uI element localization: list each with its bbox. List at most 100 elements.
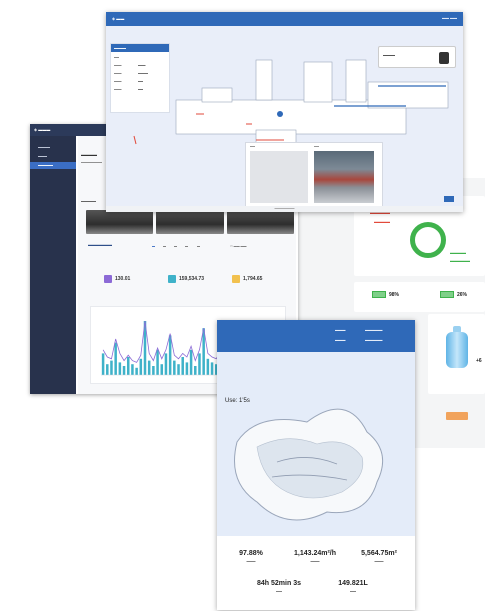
chart-bar [173,360,176,375]
chart-bar [101,353,105,375]
coverage-stat: 97.88% ▬▬▬ [219,550,283,563]
phone-stats: 97.88% ▬▬▬ 1,143.24m²/h ▬▬▬ 5,564.75m² ▬… [217,536,415,610]
floorplan-map[interactable]: ▬▬▬▬ ▬▬ ▬▬▬ ▬▬▬ ▬▬▬ ▬▬▬▬ ▬▬▬ ▬▬ ▬▬▬ ▬▬ ▬▬▬▬ … [106,26,463,208]
green-legend-line: ▬▬▬▬ [450,250,466,255]
efficiency-stat: 1,143.24m²/h ▬▬▬ [283,550,347,563]
photos-heading: ▬▬▬▬▬ [81,199,96,203]
chart-bar [210,362,214,375]
chart-bar [164,353,168,375]
start-time-value: ▬▬▬▬▬ [365,328,383,332]
kpi-1: 130.01 [104,272,164,286]
tab-1[interactable]: ▬ [152,244,155,248]
water-bottle-icon [446,326,468,368]
tab-2[interactable]: ▬ [163,244,166,248]
chart-bar [156,349,159,375]
info-row-1: ▬▬ [114,56,119,59]
info-row-3: ▬▬▬ ▬▬▬▬ [114,72,148,75]
overview-heading: ▬▬▬▬▬▬ [88,242,112,247]
time-value: 84h 52min 3s [257,580,301,587]
end-time-value: ▬▬▬▬▬ [365,338,383,342]
chart-bar [194,366,197,375]
robot-thumbnail [439,52,449,64]
coverage-label: ▬▬▬ [246,559,256,563]
time-label: ▬▬ [276,589,282,593]
bottle-percent: +6 [476,358,482,364]
section-heading: ▬▬▬▬ [81,152,97,157]
photo-1[interactable] [86,210,154,234]
date-range-picker[interactable]: ▭ ▬▬ ▬▬ [230,244,247,248]
efficiency-value: 1,143.24m²/h [293,550,337,557]
app-logo: ◈ ▬▬▬ [34,127,51,132]
battery-stat: 98% [372,291,399,298]
chart-bar [198,353,201,375]
chart-bar [189,349,193,375]
end-time-label: ▬▬▬ [335,338,346,342]
cleaning-map-svg [234,408,384,521]
robot-info-card: ▬▬▬▬ ▬▬ ▬▬▬ ▬▬▬ ▬▬▬ ▬▬▬▬ ▬▬▬ ▬▬ ▬▬▬ ▬▬ [110,43,170,113]
kpi-1-value: 130.01 [115,276,131,282]
chart-bar [147,360,151,375]
red-legend-line-2: ▬▬▬▬ [374,219,390,224]
tab-4[interactable]: ▬ [185,244,188,248]
topbar-user-menu[interactable]: ▬▬ ▬▬ [442,16,457,20]
tab-3[interactable]: ▬ [174,244,177,248]
efficiency-label: ▬▬▬ [310,559,320,563]
robot-callout: ▬▬▬▬ [378,46,456,68]
kpi-3-value: 1,794.65 [243,276,263,282]
green-legend-line-2: ▬▬▬▬▬ [450,258,470,263]
robot-info-header: ▬▬▬▬ [111,44,169,52]
phone-header: ▬▬▬ ▬▬▬▬▬ ▬▬▬ ▬▬▬▬▬ [217,320,415,352]
chart-bar [110,360,113,375]
sidebar-item-active[interactable]: ▬▬▬▬▬ [30,162,76,169]
floorplan-topbar: ◈ ▬▬ ▬▬ ▬▬ [106,12,463,26]
info-row-2: ▬▬▬ ▬▬▬ [114,64,146,67]
area-value: 5,564.75m² [361,550,397,557]
camera-feed-live[interactable] [314,151,374,203]
chart-bar [177,364,180,375]
cleaning-map[interactable] [217,352,415,564]
coverage-value: 97.88% [239,550,263,557]
floorplan-logo: ◈ ▬▬ [112,16,125,21]
water-usage-label: ▬▬ [350,589,356,593]
phone-report: ▬▬▬ ▬▬▬▬▬ ▬▬▬ ▬▬▬▬▬ Use: 1'5s 97.88% ▬▬▬… [217,320,415,610]
chart-bar [106,364,109,375]
chart-bar [135,367,138,375]
water-stat: 26% [440,291,467,298]
camera-panel: ▬▬ ▬▬ [245,142,383,208]
map-control-button[interactable] [444,196,454,202]
tank-icon [440,291,454,298]
battery-icon [372,291,386,298]
area-stat: 5,564.75m² ▬▬▬ [347,550,411,563]
orange-button[interactable] [446,412,468,420]
chart-bar [122,366,126,375]
photo-3[interactable] [226,210,294,234]
water-value: 26% [457,291,468,298]
chart-bar [131,364,134,375]
photo-2[interactable] [156,210,224,234]
chart-bar [114,342,117,375]
chart-bar [118,362,122,375]
callout-text: ▬▬▬▬ [383,53,395,57]
chart-bar [126,357,130,375]
kpi-2-icon [168,275,176,283]
water-usage-stat: 149.821L ▬▬ [321,580,385,593]
camera-label-2: ▬▬ [314,145,319,148]
chart-bar [139,358,143,375]
kpi-3-icon [232,275,240,283]
chart-bar [181,357,184,375]
camera-feed-empty[interactable] [250,151,308,203]
sidebar: ▬▬▬▬ ▬▬▬ ▬▬▬▬▬ [30,136,76,394]
chart-bar [206,358,210,375]
sidebar-item-1[interactable]: ▬▬▬▬ [30,144,76,151]
camera-label-1: ▬▬ [250,145,255,148]
section-subtitle: ▬▬▬▬▬▬▬ [81,160,102,164]
tab-5[interactable]: ▬ [197,244,200,248]
kpi-2-value: 159,534.73 [179,276,205,282]
progress-ring [410,222,446,258]
chart-bar [168,335,172,375]
time-stat: 84h 52min 3s ▬▬ [247,580,311,593]
sidebar-item-2[interactable]: ▬▬▬ [30,153,76,160]
floorplan-footer: ▬▬▬▬▬▬▬▬ [106,206,463,212]
usage-time: Use: 1'5s [225,398,250,404]
kpi-2: 159,534.73 [168,272,228,286]
